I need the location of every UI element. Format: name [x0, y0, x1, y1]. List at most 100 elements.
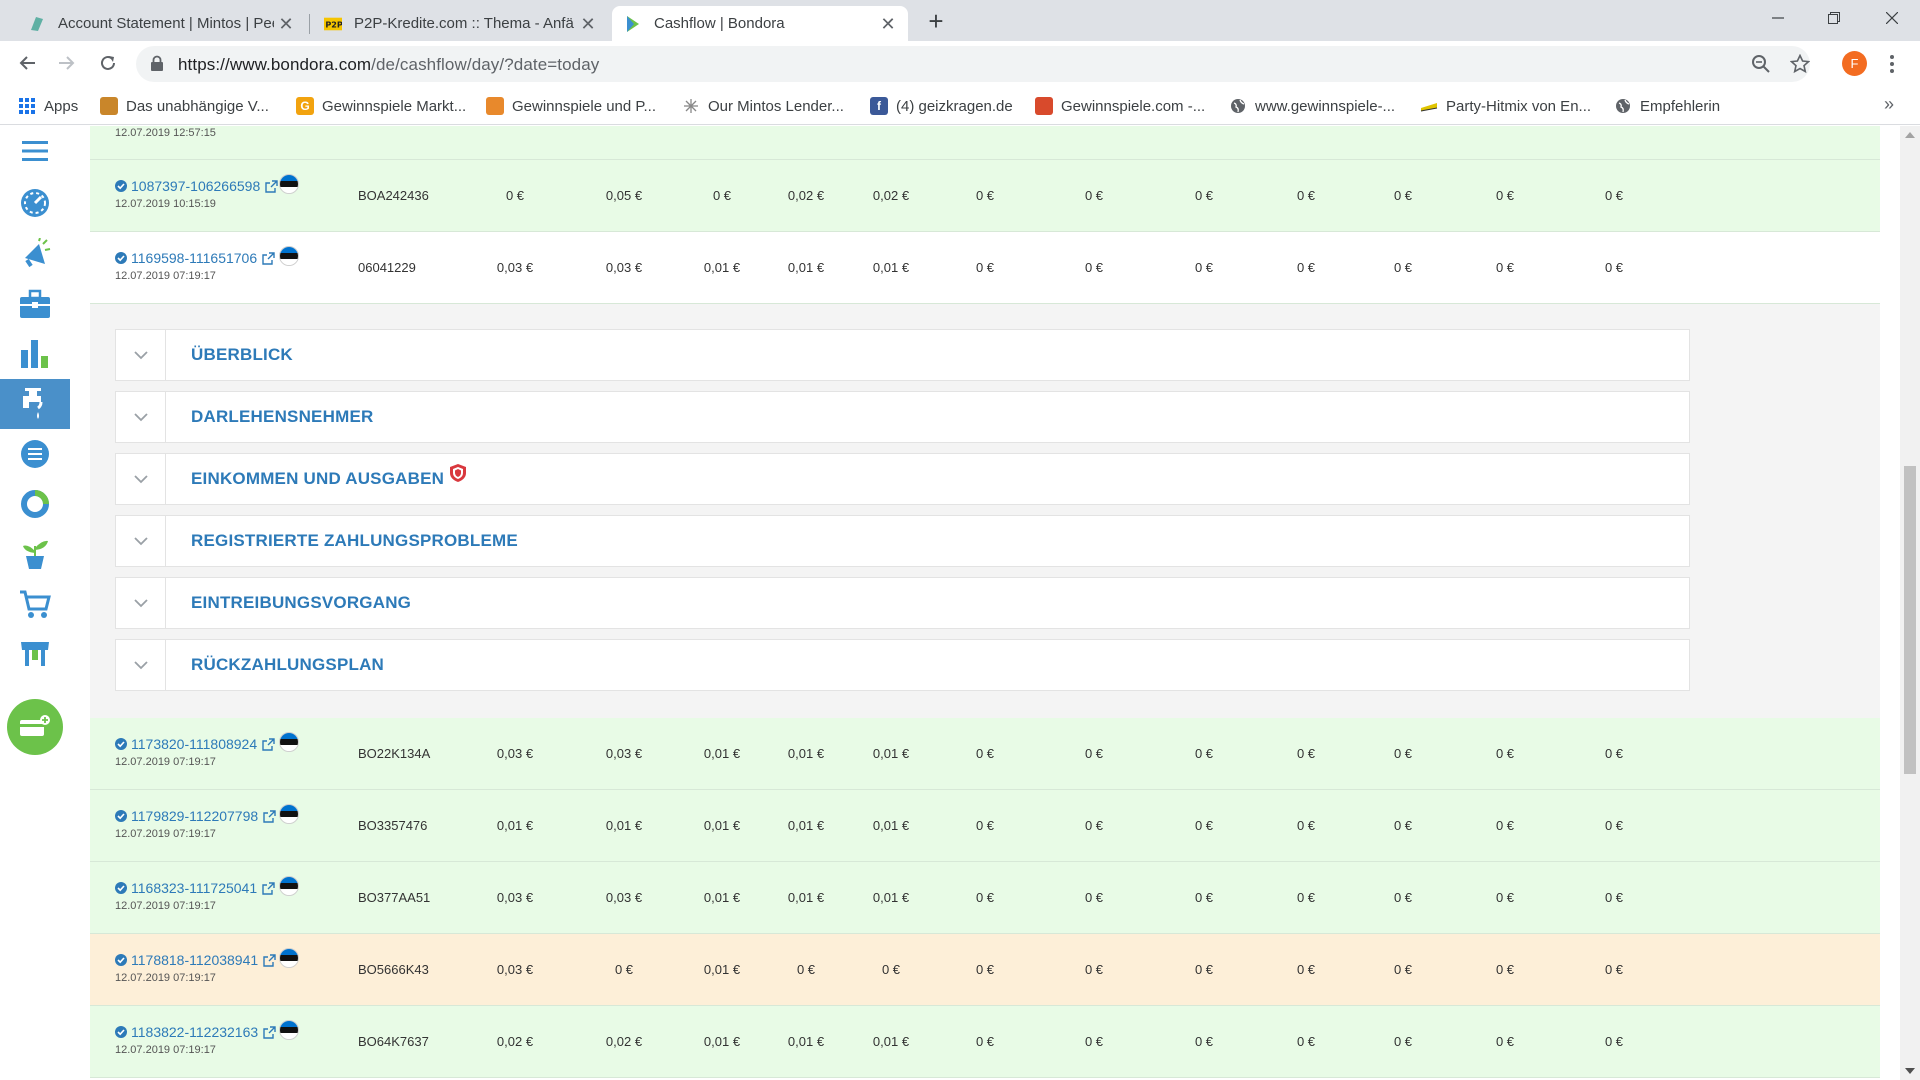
external-link-icon[interactable]: [262, 881, 275, 895]
external-link-icon[interactable]: [263, 953, 276, 967]
section-title: EINTREIBUNGSVORGANG: [191, 593, 412, 612]
accordion-section[interactable]: ÜBERBLICK: [115, 329, 1690, 381]
bookmark-star-icon[interactable]: [1789, 53, 1811, 74]
bookmark-label: Gewinnspiele.com -...: [1061, 97, 1206, 115]
loan-id-link[interactable]: 1169598-111651706: [131, 250, 257, 266]
scroll-up-icon[interactable]: [1905, 132, 1915, 138]
accordion-section[interactable]: EINTREIBUNGSVORGANG: [115, 577, 1690, 629]
portfolio-icon[interactable]: [0, 279, 70, 329]
chevron-down-icon[interactable]: [116, 516, 166, 566]
bookmark-item[interactable]: G Gewinnspiele Markt...: [296, 95, 466, 117]
bookmark-item[interactable]: Gewinnspiele und P...: [486, 95, 656, 117]
zoom-icon[interactable]: [1751, 54, 1771, 74]
loan-id-link[interactable]: 1183822-112232163: [131, 1024, 258, 1040]
chevron-down-icon[interactable]: [116, 578, 166, 628]
external-link-icon[interactable]: [262, 251, 275, 265]
new-tab-button[interactable]: +: [922, 8, 950, 36]
amount-cell: 0 €: [1296, 260, 1316, 275]
amount-cell: 0 €: [881, 962, 901, 977]
cashflow-icon[interactable]: [0, 379, 70, 429]
loan-detail-panel: ÜBERBLICK DARLEHENSNEHMER EINKOMMEN UND …: [90, 304, 1880, 718]
statement-icon[interactable]: [0, 429, 70, 479]
amount-cell: 0,01 €: [703, 890, 741, 905]
bookmarks-overflow-button[interactable]: »: [1884, 94, 1894, 115]
amount-cell: 0 €: [975, 188, 995, 203]
browser-toolbar: https://www.bondora.com/de/cashflow/day/…: [0, 41, 1920, 86]
forward-arrow-icon[interactable]: [50, 47, 82, 79]
loan-id-link[interactable]: 1178818-112038941: [131, 952, 258, 968]
amount-cell: 0 €: [1194, 962, 1214, 977]
accordion-section[interactable]: RÜCKZAHLUNGSPLAN: [115, 639, 1690, 691]
amount-cell: 0 €: [975, 890, 995, 905]
amount-cell: 0 €: [1296, 188, 1316, 203]
external-link-icon[interactable]: [263, 809, 276, 823]
table-row: 1168323-111725041 12.07.2019 07:19:17 BO…: [90, 862, 1880, 934]
amount-cell: 0,02 €: [872, 188, 910, 203]
page-viewport: 12.07.2019 12:57:15 1087397-106266598 12…: [0, 126, 1920, 1080]
close-tab-icon[interactable]: ✕: [576, 12, 600, 36]
scroll-down-icon[interactable]: [1905, 1068, 1915, 1074]
chevron-down-icon[interactable]: [116, 330, 166, 380]
bookmark-label: www.gewinnspiele-...: [1255, 97, 1396, 115]
url-host: https://www.bondora.com: [178, 55, 372, 74]
market-icon[interactable]: [0, 579, 70, 629]
close-tab-icon[interactable]: ✕: [274, 12, 298, 36]
minimize-icon[interactable]: [1750, 0, 1806, 36]
chevron-down-icon[interactable]: [116, 640, 166, 690]
bookmark-item[interactable]: www.gewinnspiele-...: [1229, 95, 1395, 117]
reports-icon[interactable]: [0, 479, 70, 529]
chevron-down-icon[interactable]: [116, 454, 166, 504]
tab-p2p-kredite[interactable]: P2P P2P-Kredite.com :: Thema - Anfä ✕: [312, 6, 608, 41]
bookmark-apps[interactable]: Apps: [18, 95, 78, 117]
accordion-section[interactable]: DARLEHENSNEHMER: [115, 391, 1690, 443]
add-funds-button[interactable]: [7, 699, 63, 755]
scrollbar-thumb[interactable]: [1904, 466, 1916, 774]
address-bar[interactable]: https://www.bondora.com/de/cashflow/day/…: [136, 46, 1811, 82]
growth-icon[interactable]: [0, 529, 70, 579]
row-date: 12.07.2019 07:19:17: [115, 756, 216, 768]
loan-id-link[interactable]: 1179829-112207798: [131, 808, 258, 824]
dashboard-icon[interactable]: [0, 178, 70, 228]
tab-bondora[interactable]: Cashflow | Bondora ✕: [612, 6, 908, 41]
external-link-icon[interactable]: [262, 737, 275, 751]
loan-id-block: 1169598-111651706 12.07.2019 07:19:17: [115, 250, 275, 282]
accordion-section[interactable]: EINKOMMEN UND AUSGABEN: [115, 453, 1690, 505]
bookmark-item[interactable]: Gewinnspiele.com -...: [1035, 95, 1205, 117]
stats-icon[interactable]: [0, 329, 70, 379]
external-link-icon[interactable]: [263, 1025, 276, 1039]
amount-cell: 0 €: [505, 188, 525, 203]
external-link-icon[interactable]: [265, 179, 278, 193]
check-circle-icon: [115, 810, 127, 822]
amount-cell: 0 €: [975, 746, 995, 761]
promo-icon[interactable]: [0, 229, 70, 279]
bookmark-item[interactable]: Party-Hitmix von En...: [1420, 95, 1591, 117]
bookmark-item[interactable]: f (4) geizkragen.de: [870, 95, 1013, 117]
profile-avatar[interactable]: F: [1842, 51, 1867, 76]
close-tab-icon[interactable]: ✕: [876, 12, 900, 36]
bookmark-item[interactable]: Empfehlerin: [1614, 95, 1720, 117]
menu-icon[interactable]: [0, 126, 70, 176]
bookmark-item[interactable]: Das unabhängige V...: [100, 95, 269, 117]
amount-cell: 0 €: [1084, 260, 1104, 275]
reload-icon[interactable]: [92, 47, 124, 79]
estonia-flag-icon: [279, 246, 299, 266]
accordion-section[interactable]: REGISTRIERTE ZAHLUNGSPROBLEME: [115, 515, 1690, 567]
amount-cell: 0 €: [1604, 746, 1624, 761]
loan-id-link[interactable]: 1168323-111725041: [131, 880, 257, 896]
back-arrow-icon[interactable]: [12, 47, 44, 79]
bookmark-item[interactable]: Our Mintos Lender...: [682, 95, 844, 117]
browser-menu-icon[interactable]: [1884, 51, 1900, 77]
amount-cell: 0 €: [1084, 188, 1104, 203]
restore-icon[interactable]: [1806, 0, 1862, 36]
amount-cell: 0 €: [1296, 818, 1316, 833]
check-circle-icon: [115, 1026, 127, 1038]
loan-id-link[interactable]: 1087397-106266598: [131, 178, 260, 194]
loan-id-block: 1168323-111725041 12.07.2019 07:19:17: [115, 880, 275, 912]
loan-id-link[interactable]: 1173820-111808924: [131, 736, 257, 752]
chevron-down-icon[interactable]: [116, 392, 166, 442]
page-scrollbar[interactable]: [1900, 126, 1920, 1080]
close-window-icon[interactable]: [1864, 0, 1920, 36]
tab-mintos[interactable]: Account Statement | Mintos | Pee ✕: [16, 6, 306, 41]
store-icon[interactable]: [0, 629, 70, 679]
bookmark-label: (4) geizkragen.de: [896, 97, 1013, 115]
